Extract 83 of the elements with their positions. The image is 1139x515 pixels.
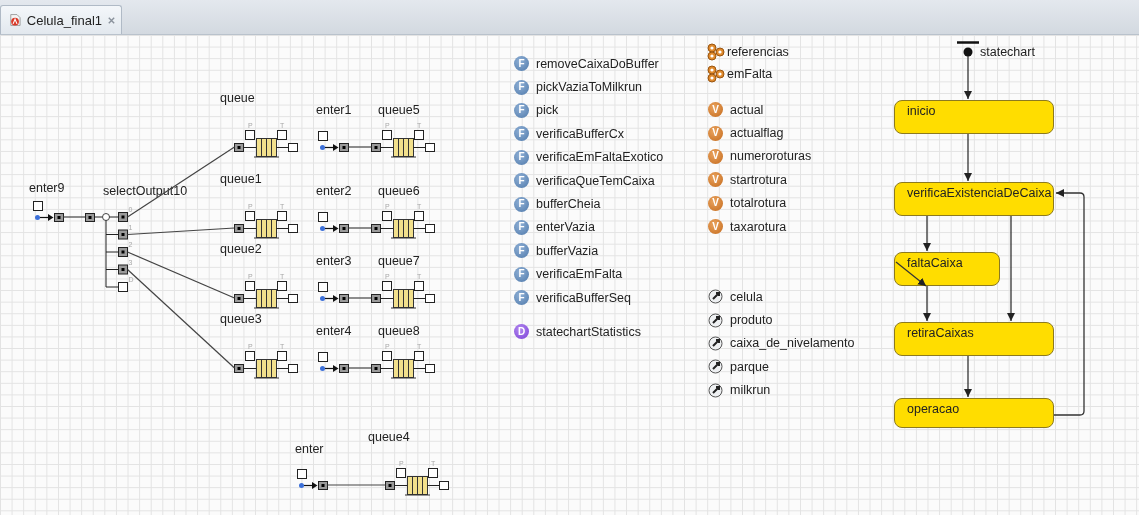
parameter-name[interactable]: celula	[730, 289, 763, 304]
select-output-icon	[84, 211, 129, 293]
function-name[interactable]: bufferCheia	[536, 197, 601, 212]
function-name[interactable]: verificaEmFalta	[536, 267, 623, 282]
parameter-icon	[708, 289, 723, 305]
state-box[interactable]: operacao	[894, 398, 1054, 428]
function-name[interactable]: verificaBufferCx	[536, 126, 624, 141]
queue-icon	[234, 129, 299, 158]
variable-name[interactable]: numeroroturas	[730, 149, 812, 164]
state-box[interactable]: retiraCaixas	[894, 322, 1054, 356]
block-label: enter2	[316, 184, 352, 198]
parameter-name[interactable]: produto	[730, 313, 773, 328]
variable-name[interactable]: actualflag	[730, 126, 784, 141]
source-icon	[318, 281, 350, 304]
state-box[interactable]: inicio	[894, 100, 1054, 134]
source-icon	[318, 351, 350, 374]
close-icon[interactable]	[108, 15, 115, 25]
parameter-name[interactable]: parque	[730, 359, 769, 374]
queue-icon	[385, 467, 450, 496]
block-label: queue2	[220, 242, 262, 256]
connector-line	[326, 484, 387, 486]
connector-line	[347, 146, 373, 148]
model-icon	[10, 12, 21, 28]
circles-icon	[707, 65, 725, 83]
function-name[interactable]: removeCaixaDoBuffer	[536, 56, 659, 71]
variable-name[interactable]: startrotura	[730, 172, 787, 187]
parameter-icon	[708, 335, 723, 351]
editor-tab[interactable]: Celula_final1	[0, 5, 122, 34]
source-icon	[297, 468, 329, 491]
block-label: enter3	[316, 254, 352, 268]
parameter-name[interactable]: caixa_de_nivelamento	[730, 336, 855, 351]
block-label: queue4	[368, 430, 410, 444]
function-name[interactable]: bufferVazia	[536, 243, 599, 258]
function-name[interactable]: verificaBufferSeq	[536, 290, 631, 305]
function-name[interactable]: pick	[536, 103, 559, 118]
connector-line	[62, 216, 86, 218]
connector-line	[347, 297, 373, 299]
circles-icon	[707, 43, 725, 61]
queue-icon	[371, 350, 436, 379]
block-label: queue8	[378, 324, 420, 338]
block-label: enter9	[29, 181, 65, 195]
queue-icon	[371, 280, 436, 309]
queue-icon	[234, 280, 299, 309]
function-name[interactable]: verificaQueTemCaixa	[536, 173, 655, 188]
variable-name[interactable]: actual	[730, 102, 764, 117]
function-name[interactable]: verificaEmFaltaExotico	[536, 150, 664, 165]
function-name[interactable]: pickVaziaToMilkrun	[536, 80, 643, 95]
queue-icon	[371, 210, 436, 239]
block-label: queue6	[378, 184, 420, 198]
entry-point-icon	[957, 41, 979, 58]
parameter-icon	[708, 382, 723, 398]
transition-arrow	[964, 133, 972, 182]
block-label: queue3	[220, 312, 262, 326]
connector-line	[347, 367, 373, 369]
queue-icon	[234, 210, 299, 239]
population-name[interactable]: referencias	[727, 45, 789, 59]
state-box[interactable]: verificaExistenciaDeCaixa	[894, 182, 1054, 216]
transition-arrow	[964, 55, 972, 100]
block-label: enter1	[316, 103, 352, 117]
variable-name[interactable]: totalrotura	[730, 196, 787, 211]
block-label: queue5	[378, 103, 420, 117]
block-label: queue1	[220, 172, 262, 186]
statechart-name: statechart	[980, 45, 1035, 59]
parameter-name[interactable]: milkrun	[730, 383, 771, 398]
queue-icon	[234, 350, 299, 379]
source-icon	[318, 211, 350, 234]
queue-icon	[371, 129, 436, 158]
parameter-icon	[708, 312, 723, 328]
block-label: enter4	[316, 324, 352, 338]
block-label: queue	[220, 91, 255, 105]
block-label: enter	[295, 442, 324, 456]
population-name[interactable]: emFalta	[727, 67, 773, 81]
dataset-name[interactable]: statechartStatistics	[536, 324, 641, 339]
state-box[interactable]: faltaCaixa	[894, 252, 1000, 286]
block-label: queue7	[378, 254, 420, 268]
connector-line	[347, 227, 373, 229]
transition-arrow	[964, 355, 972, 398]
function-name[interactable]: enterVazia	[536, 220, 595, 235]
parameter-icon	[708, 359, 723, 375]
transition-arrow	[923, 215, 931, 252]
source-icon	[318, 130, 350, 153]
source-icon	[33, 200, 65, 223]
variable-name[interactable]: taxarotura	[730, 219, 787, 234]
